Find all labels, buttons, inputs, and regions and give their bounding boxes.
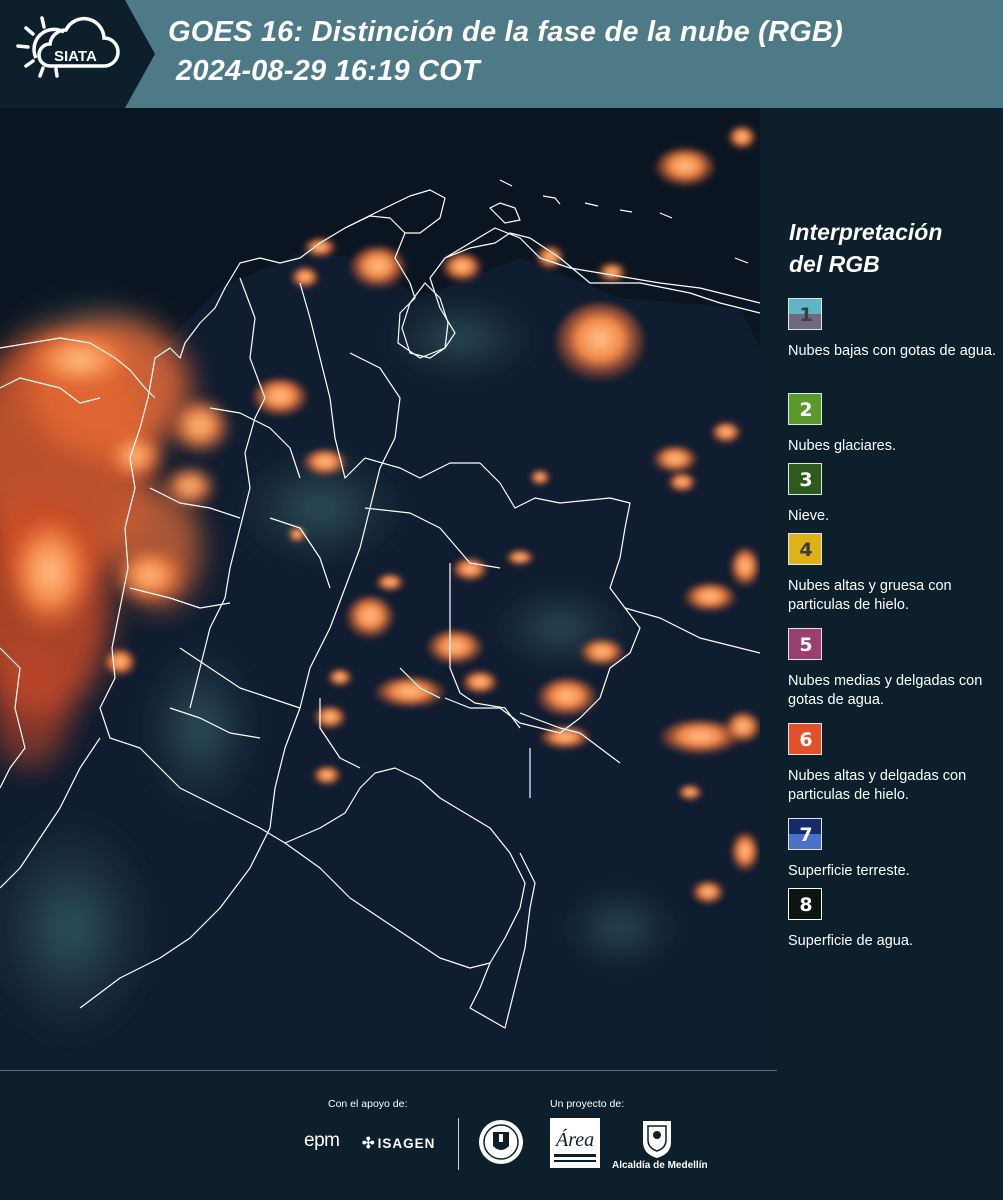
isagen-logo-text: ISAGEN xyxy=(377,1136,436,1151)
footer: Con el apoyo de: Un proyecto de: epm ✣ IS… xyxy=(0,1070,1003,1200)
legend-label: Nubes altas y delgadas con particulas de… xyxy=(788,768,967,803)
legend-label: Superficie terreste. xyxy=(788,863,910,879)
page-timestamp: 2024-08-29 16:19 COT xyxy=(176,55,480,87)
project-label: Un proyecto de: xyxy=(550,1098,625,1110)
legend-swatch-8: 8 xyxy=(788,888,822,920)
legend-number: 1 xyxy=(799,304,813,326)
legend-label: Nubes medias y delgadas con gotas de agu… xyxy=(788,673,983,708)
area-logo-text: Área xyxy=(554,1128,594,1151)
epm-logo: epm xyxy=(304,1130,340,1151)
area-metropolitana-logo: Área xyxy=(550,1118,600,1168)
alcaldia-label: Alcaldía de Medellín xyxy=(612,1160,708,1171)
legend-number: 8 xyxy=(799,894,813,916)
legend-label: Nubes bajas con gotas de agua. xyxy=(788,343,996,359)
siata-logo: SIATA xyxy=(0,0,160,108)
legend-title-line1: Interpretación xyxy=(789,219,943,245)
legend-number: 6 xyxy=(799,729,813,751)
page-title: GOES 16: Distinción de la fase de la nub… xyxy=(168,16,843,48)
page: SIATA GOES 16: Distinción de la fase de … xyxy=(0,0,1003,1200)
legend-title-line2: del RGB xyxy=(789,251,880,277)
legend-swatch-3: 3 xyxy=(788,463,822,495)
legend-label: Nubes glaciares. xyxy=(788,438,896,454)
satellite-map xyxy=(0,108,760,1070)
legend-panel: Interpretación del RGB 1 Nubes bajas con … xyxy=(760,108,1003,1070)
legend-swatch-7: 7 xyxy=(788,818,822,850)
legend-number: 4 xyxy=(799,539,813,561)
legend-label: Nubes altas y gruesa con particulas de h… xyxy=(788,578,952,613)
isagen-logo: ✣ ISAGEN xyxy=(362,1134,435,1152)
legend-swatch-5: 5 xyxy=(788,628,822,660)
medellin-seal-logo xyxy=(479,1120,523,1164)
support-label: Con el apoyo de: xyxy=(328,1098,408,1110)
legend-title: Interpretación del RGB xyxy=(789,216,989,280)
footer-vertical-divider xyxy=(458,1118,459,1170)
legend-label: Nieve. xyxy=(788,508,830,524)
legend-label: Superficie de agua. xyxy=(788,933,913,949)
legend-swatch-4: 4 xyxy=(788,533,822,565)
footer-divider-line xyxy=(0,1070,777,1071)
legend-swatch-1: 1 xyxy=(788,298,822,330)
legend-number: 2 xyxy=(799,399,813,421)
legend-swatch-6: 6 xyxy=(788,723,822,755)
header: SIATA GOES 16: Distinción de la fase de … xyxy=(0,0,1003,108)
legend-number: 7 xyxy=(799,824,813,846)
siata-logo-text: SIATA xyxy=(54,48,97,65)
legend-number: 5 xyxy=(799,634,813,656)
alcaldia-medellin-shield-icon xyxy=(643,1121,671,1158)
legend-number: 3 xyxy=(799,469,813,491)
isagen-mark-icon: ✣ xyxy=(362,1135,376,1152)
legend-swatch-2: 2 xyxy=(788,393,822,425)
